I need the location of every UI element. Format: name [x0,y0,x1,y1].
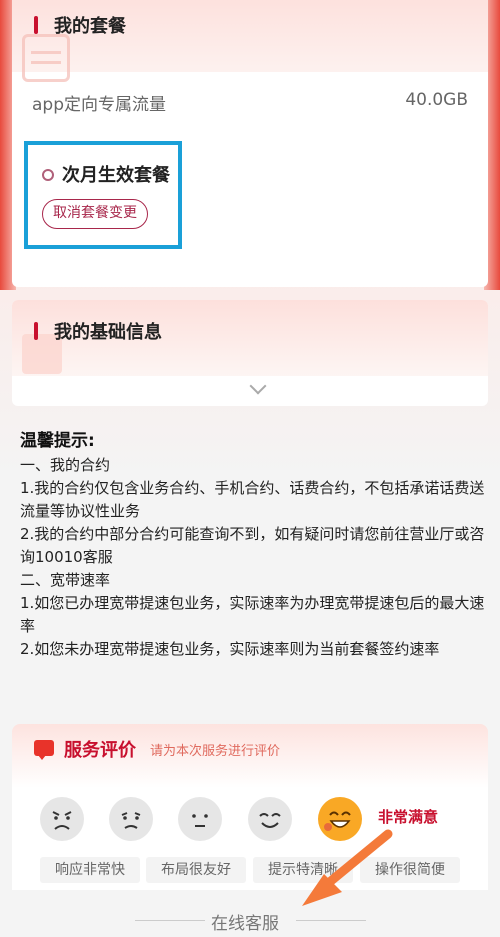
tips-title: 温馨提示: [20,431,95,451]
my-plan-card: 我的套餐 app定向专属流量 40.0GB 次月生效套餐 取消套餐变更 [12,0,488,287]
flow-row: app定向专属流量 40.0GB [32,90,468,115]
flow-label: app定向专属流量 [32,95,166,115]
online-service-bar[interactable]: 在线客服 [0,890,500,937]
title-accent-bar [34,322,38,340]
sad-face-icon[interactable] [109,797,153,841]
tips-section: 温馨提示: 一、我的合约 1.我的合约仅包含业务合约、手机合约、话费合约，不包括… [20,428,485,661]
divider-line [296,920,366,921]
tips-line: 二、宽带速率 [20,571,111,589]
divider-line [135,920,205,921]
circle-bullet-icon [42,169,54,181]
basic-info-title: 我的基础信息 [54,322,162,343]
my-plan-title: 我的套餐 [54,16,126,37]
evaluation-title: 服务评价 [64,740,136,761]
orange-arrow-icon [302,829,393,906]
neutral-face-icon[interactable] [178,797,222,841]
tag-fast-response[interactable]: 响应非常快 [40,857,140,883]
basic-info-header: 我的基础信息 [12,300,488,376]
tips-line: 1.如您已办理宽带提速包业务，实际速率为办理宽带提速包后的最大速率 [20,594,485,635]
cancel-plan-change-button[interactable]: 取消套餐变更 [42,199,148,229]
chat-bubble-icon [34,740,54,760]
next-month-plan-title: 次月生效套餐 [62,165,170,186]
tips-line: 1.我的合约仅包含业务合约、手机合约、话费合约，不包括承诺话费送流量等协议性业务 [20,479,485,520]
basic-info-card[interactable]: 我的基础信息 [12,300,488,406]
angry-face-icon[interactable] [40,797,84,841]
online-service-link[interactable]: 在线客服 [211,909,279,934]
title-accent-bar [34,16,38,34]
flow-value: 40.0GB [405,90,468,110]
evaluation-subtitle: 请为本次服务进行评价 [150,744,281,759]
chevron-down-icon[interactable] [249,377,267,395]
selected-rating-label: 非常满意 [378,808,439,826]
tips-line: 一、我的合约 [20,456,111,474]
tips-line: 2.我的合约中部分合约可能查询不到，如有疑问时请您前往营业厅或咨询10010客服 [20,525,485,566]
tips-line: 2.如您未办理宽带提速包业务，实际速率则为当前套餐签约速率 [20,640,440,658]
plan-deco-icon [22,34,70,82]
next-month-plan-box: 次月生效套餐 取消套餐变更 [24,141,182,249]
my-plan-header: 我的套餐 [12,0,488,82]
tag-friendly-layout[interactable]: 布局很友好 [146,857,246,883]
